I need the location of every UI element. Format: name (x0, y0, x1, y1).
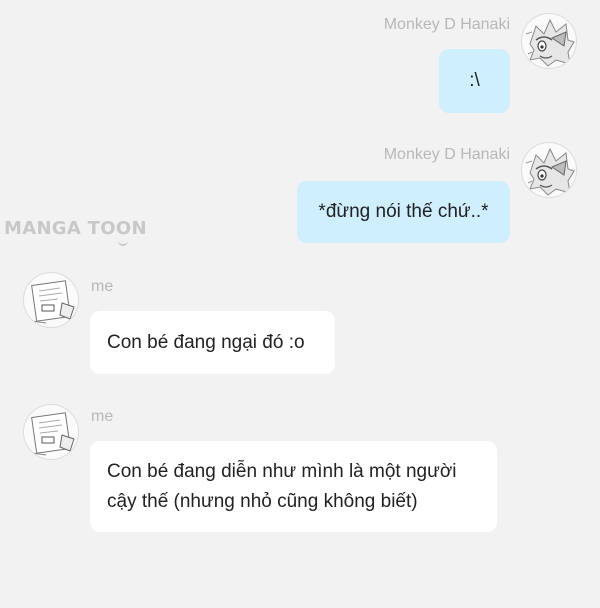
avatar[interactable] (521, 142, 577, 198)
avatar[interactable] (23, 272, 79, 328)
message-bubble[interactable]: :\ (439, 49, 510, 113)
message-bubble[interactable]: *đừng nói thế chứ..* (297, 181, 510, 243)
sender-name: Monkey D Hanaki (383, 16, 510, 33)
watermark-o-letter: O (115, 218, 132, 239)
watermark-o: O (115, 218, 132, 246)
sender-name: Monkey D Hanaki (383, 146, 510, 163)
sender-name: me (91, 278, 114, 295)
watermark-text-end: N (131, 218, 147, 239)
mangatoon-watermark: MANGA TOO N (4, 218, 147, 246)
message-text: Con bé đang ngại đó :o (107, 331, 305, 353)
message-text: :\ (469, 70, 480, 91)
paper-sketch-icon (31, 280, 75, 324)
message-text: *đừng nói thế chứ..* (318, 201, 489, 222)
message-text-line: cậy thế (nhưng nhỏ cũng không biết) (107, 491, 418, 512)
message-text-line: Con bé đang diễn như mình là một người (107, 461, 457, 482)
paper-sketch-icon (31, 412, 75, 456)
message-bubble[interactable]: Con bé đang diễn như mình là một người c… (90, 441, 497, 532)
message-bubble[interactable]: Con bé đang ngại đó :o (90, 311, 335, 374)
avatar[interactable] (23, 404, 79, 460)
sender-name: me (91, 408, 114, 425)
watermark-text-start: MANGA TO (4, 218, 116, 239)
anime-character-sketch-icon (525, 18, 575, 67)
watermark-smile-icon (117, 239, 128, 246)
avatar[interactable] (521, 13, 577, 69)
anime-character-sketch-icon (525, 147, 575, 196)
